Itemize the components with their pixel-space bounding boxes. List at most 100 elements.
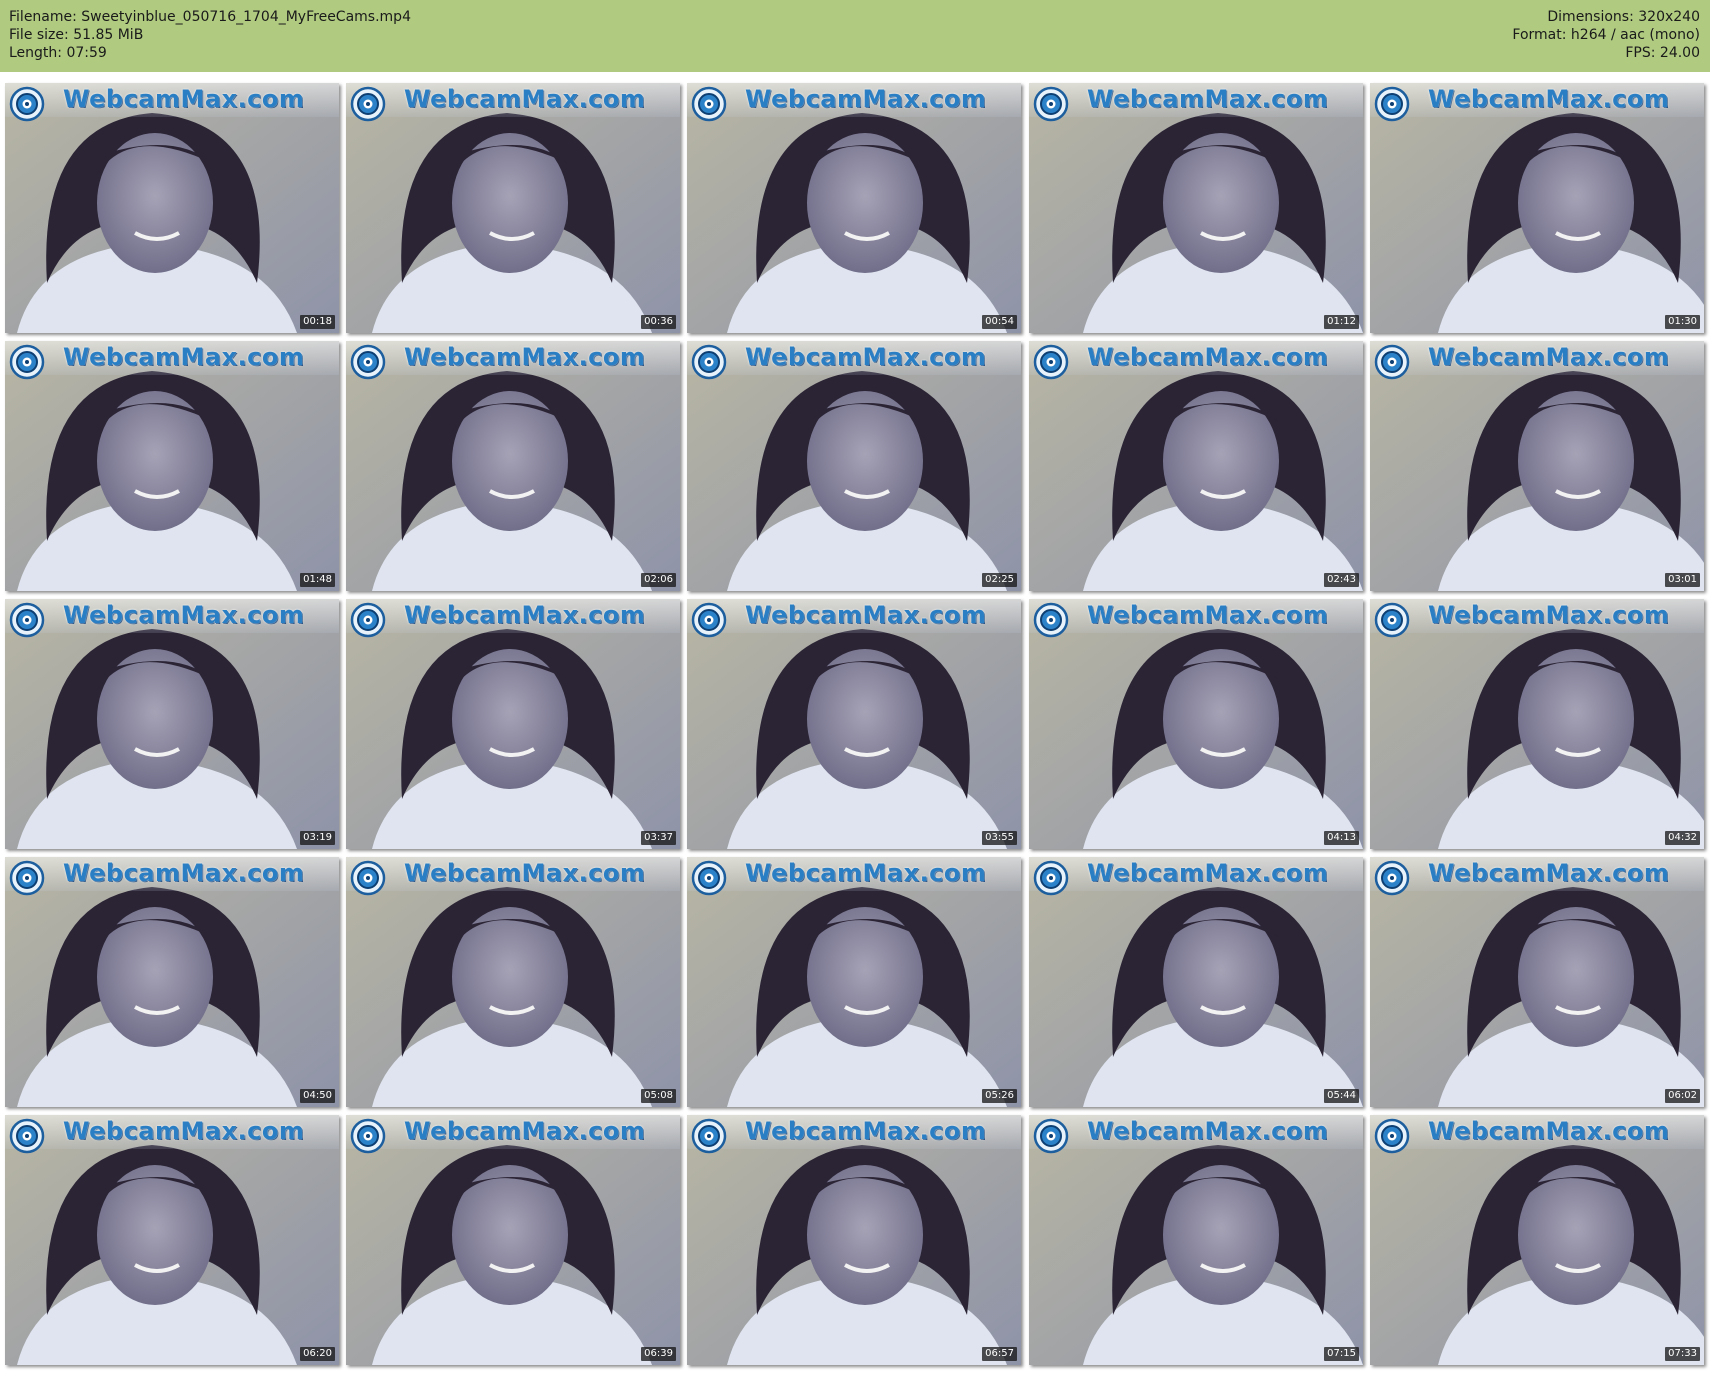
webcam-eye-icon — [1033, 86, 1069, 122]
video-thumbnail[interactable]: WebcamMax.com 02:06 — [346, 341, 680, 591]
webcam-eye-icon — [691, 602, 727, 638]
thumbnail-grid: WebcamMax.com 00:18 WebcamMax.com 00:36 Webc… — [0, 72, 1710, 1373]
video-thumbnail[interactable]: WebcamMax.com 06:57 — [687, 1115, 1021, 1365]
video-thumbnail[interactable]: WebcamMax.com 00:18 — [5, 83, 339, 333]
frame-image — [1370, 599, 1704, 849]
thumbnail-timestamp: 03:01 — [1665, 573, 1700, 587]
thumbnail-timestamp: 03:55 — [982, 831, 1017, 845]
thumbnail-timestamp: 07:33 — [1665, 1347, 1700, 1361]
watermark-bar: WebcamMax.com — [5, 857, 339, 896]
watermark-bar: WebcamMax.com — [346, 857, 680, 896]
webcam-eye-icon — [9, 860, 45, 896]
watermark-text: WebcamMax.com — [1087, 1117, 1329, 1145]
video-thumbnail[interactable]: WebcamMax.com 01:12 — [1029, 83, 1363, 333]
fps-text: FPS: 24.00 — [1625, 45, 1700, 61]
frame-image — [687, 341, 1021, 591]
dimensions-text: Dimensions: 320x240 — [1547, 9, 1700, 25]
thumbnail-timestamp: 02:43 — [1324, 573, 1359, 587]
watermark-bar: WebcamMax.com — [687, 599, 1021, 638]
webcam-eye-icon — [9, 344, 45, 380]
video-thumbnail[interactable]: WebcamMax.com 04:32 — [1370, 599, 1704, 849]
webcam-eye-icon — [1033, 1118, 1069, 1154]
webcam-eye-icon — [350, 602, 386, 638]
watermark-text: WebcamMax.com — [63, 601, 305, 629]
frame-image — [346, 83, 680, 333]
watermark-text: WebcamMax.com — [1087, 85, 1329, 113]
webcam-eye-icon — [350, 860, 386, 896]
video-thumbnail[interactable]: WebcamMax.com 05:44 — [1029, 857, 1363, 1107]
frame-image — [346, 599, 680, 849]
webcam-eye-icon — [1374, 1118, 1410, 1154]
video-thumbnail[interactable]: WebcamMax.com 06:39 — [346, 1115, 680, 1365]
webcam-eye-icon — [691, 1118, 727, 1154]
thumbnail-timestamp: 03:19 — [300, 831, 335, 845]
watermark-bar: WebcamMax.com — [1029, 857, 1363, 896]
video-thumbnail[interactable]: WebcamMax.com 03:55 — [687, 599, 1021, 849]
frame-image — [5, 599, 339, 849]
contact-sheet-header: Filename: Sweetyinblue_050716_1704_MyFre… — [0, 0, 1710, 72]
thumbnail-timestamp: 01:12 — [1324, 315, 1359, 329]
thumbnail-timestamp: 06:57 — [982, 1347, 1017, 1361]
watermark-bar: WebcamMax.com — [1370, 1115, 1704, 1154]
video-thumbnail[interactable]: WebcamMax.com 03:19 — [5, 599, 339, 849]
webcam-eye-icon — [9, 602, 45, 638]
frame-image — [5, 341, 339, 591]
thumbnail-timestamp: 01:48 — [300, 573, 335, 587]
watermark-text: WebcamMax.com — [63, 1117, 305, 1145]
video-thumbnail[interactable]: WebcamMax.com 04:50 — [5, 857, 339, 1107]
watermark-bar: WebcamMax.com — [346, 599, 680, 638]
watermark-bar: WebcamMax.com — [5, 83, 339, 122]
frame-image — [5, 857, 339, 1107]
frame-image — [346, 341, 680, 591]
filename-text: Filename: Sweetyinblue_050716_1704_MyFre… — [9, 9, 411, 25]
watermark-text: WebcamMax.com — [1087, 343, 1329, 371]
watermark-bar: WebcamMax.com — [687, 83, 1021, 122]
video-thumbnail[interactable]: WebcamMax.com 06:20 — [5, 1115, 339, 1365]
thumbnail-timestamp: 04:50 — [300, 1089, 335, 1103]
watermark-text: WebcamMax.com — [1087, 859, 1329, 887]
frame-image — [1370, 1115, 1704, 1365]
video-thumbnail[interactable]: WebcamMax.com 05:26 — [687, 857, 1021, 1107]
video-thumbnail[interactable]: WebcamMax.com 03:01 — [1370, 341, 1704, 591]
watermark-bar: WebcamMax.com — [5, 1115, 339, 1154]
watermark-bar: WebcamMax.com — [1370, 341, 1704, 380]
frame-image — [1029, 599, 1363, 849]
watermark-bar: WebcamMax.com — [1029, 341, 1363, 380]
video-thumbnail[interactable]: WebcamMax.com 07:33 — [1370, 1115, 1704, 1365]
video-thumbnail[interactable]: WebcamMax.com 07:15 — [1029, 1115, 1363, 1365]
watermark-text: WebcamMax.com — [1428, 859, 1670, 887]
webcam-eye-icon — [9, 86, 45, 122]
video-thumbnail[interactable]: WebcamMax.com 01:48 — [5, 341, 339, 591]
video-thumbnail[interactable]: WebcamMax.com 06:02 — [1370, 857, 1704, 1107]
watermark-text: WebcamMax.com — [63, 85, 305, 113]
watermark-bar: WebcamMax.com — [1029, 599, 1363, 638]
video-thumbnail[interactable]: WebcamMax.com 05:08 — [346, 857, 680, 1107]
thumbnail-timestamp: 02:06 — [641, 573, 676, 587]
watermark-bar: WebcamMax.com — [687, 1115, 1021, 1154]
thumbnail-timestamp: 00:54 — [982, 315, 1017, 329]
video-thumbnail[interactable]: WebcamMax.com 03:37 — [346, 599, 680, 849]
thumbnail-timestamp: 07:15 — [1324, 1347, 1359, 1361]
video-thumbnail[interactable]: WebcamMax.com 02:25 — [687, 341, 1021, 591]
file-info: Filename: Sweetyinblue_050716_1704_MyFre… — [9, 8, 411, 62]
video-thumbnail[interactable]: WebcamMax.com 00:54 — [687, 83, 1021, 333]
frame-image — [5, 1115, 339, 1365]
video-thumbnail[interactable]: WebcamMax.com 04:13 — [1029, 599, 1363, 849]
webcam-eye-icon — [1374, 602, 1410, 638]
watermark-text: WebcamMax.com — [404, 601, 646, 629]
video-thumbnail[interactable]: WebcamMax.com 00:36 — [346, 83, 680, 333]
watermark-bar: WebcamMax.com — [1029, 1115, 1363, 1154]
thumbnail-timestamp: 02:25 — [982, 573, 1017, 587]
watermark-text: WebcamMax.com — [404, 343, 646, 371]
watermark-bar: WebcamMax.com — [346, 83, 680, 122]
watermark-bar: WebcamMax.com — [5, 341, 339, 380]
video-thumbnail[interactable]: WebcamMax.com 02:43 — [1029, 341, 1363, 591]
watermark-bar: WebcamMax.com — [346, 1115, 680, 1154]
frame-image — [5, 83, 339, 333]
webcam-eye-icon — [1033, 860, 1069, 896]
webcam-eye-icon — [9, 1118, 45, 1154]
frame-image — [687, 1115, 1021, 1365]
webcam-eye-icon — [350, 86, 386, 122]
frame-image — [1029, 341, 1363, 591]
video-thumbnail[interactable]: WebcamMax.com 01:30 — [1370, 83, 1704, 333]
